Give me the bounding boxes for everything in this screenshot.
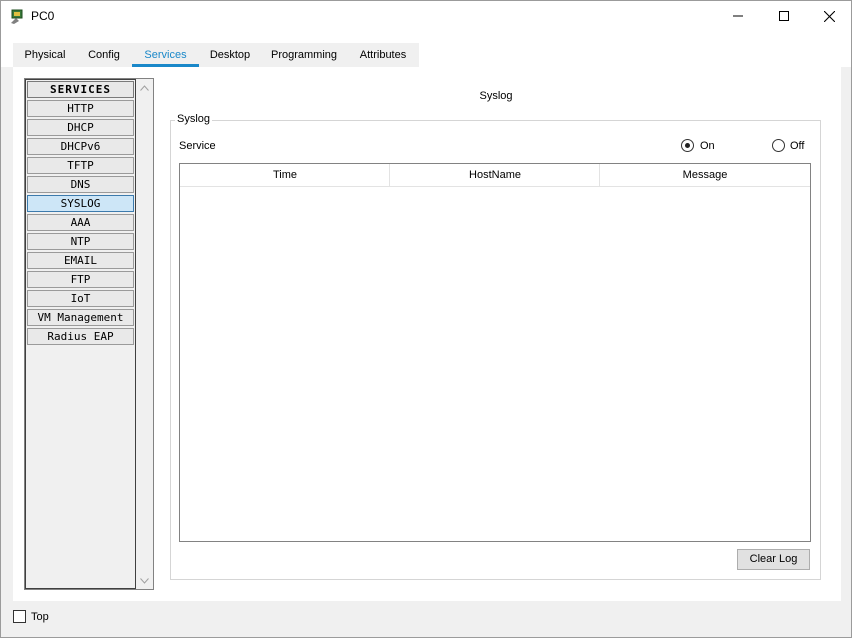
app-window: PC0 Physical Config Services Desktop Pro… (0, 0, 852, 638)
tab-physical[interactable]: Physical (18, 43, 72, 67)
tab-programming[interactable]: Programming (265, 43, 343, 67)
top-checkbox[interactable] (13, 610, 26, 623)
sidebar-item-http[interactable]: HTTP (27, 100, 134, 117)
tab-attributes[interactable]: Attributes (352, 43, 414, 67)
sidebar-item-ftp[interactable]: FTP (27, 271, 134, 288)
sidebar-item-dhcp[interactable]: DHCP (27, 119, 134, 136)
maximize-button[interactable] (761, 1, 807, 31)
service-on-label[interactable]: On (700, 140, 715, 152)
sidebar-item-email[interactable]: EMAIL (27, 252, 134, 269)
syslog-group-label: Syslog (175, 113, 213, 125)
sidebar-item-ntp[interactable]: NTP (27, 233, 134, 250)
tab-desktop[interactable]: Desktop (204, 43, 256, 67)
service-off-label[interactable]: Off (790, 140, 804, 152)
sidebar-item-dns[interactable]: DNS (27, 176, 134, 193)
title-bar: PC0 (1, 1, 851, 31)
pc-icon (10, 8, 26, 24)
service-label: Service (179, 140, 216, 152)
sidebar-item-aaa[interactable]: AAA (27, 214, 134, 231)
syslog-table[interactable]: Time HostName Message (179, 163, 811, 542)
window-title: PC0 (31, 9, 55, 23)
sidebar-item-dhcpv6[interactable]: DHCPv6 (27, 138, 134, 155)
sidebar-item-syslog[interactable]: SYSLOG (27, 195, 134, 212)
sidebar-item-tftp[interactable]: TFTP (27, 157, 134, 174)
sidebar-item-radius-eap[interactable]: Radius EAP (27, 328, 134, 345)
panel-title: Syslog (479, 90, 513, 102)
sidebar-item-iot[interactable]: IoT (27, 290, 134, 307)
top-label[interactable]: Top (31, 611, 49, 623)
column-header-hostname[interactable]: HostName (390, 164, 600, 187)
service-off-radio[interactable] (772, 139, 785, 152)
column-header-time[interactable]: Time (180, 164, 390, 187)
tab-config[interactable]: Config (81, 43, 127, 67)
close-button[interactable] (806, 1, 852, 31)
scroll-up-icon[interactable] (136, 79, 153, 96)
services-header: SERVICES (27, 81, 134, 98)
service-on-radio[interactable] (681, 139, 694, 152)
column-header-message[interactable]: Message (600, 164, 810, 187)
scroll-down-icon[interactable] (136, 572, 153, 589)
minimize-button[interactable] (715, 1, 761, 31)
sidebar-scrollbar[interactable] (136, 79, 153, 589)
sidebar-item-vm-management[interactable]: VM Management (27, 309, 134, 326)
clear-log-button[interactable]: Clear Log (737, 549, 810, 570)
